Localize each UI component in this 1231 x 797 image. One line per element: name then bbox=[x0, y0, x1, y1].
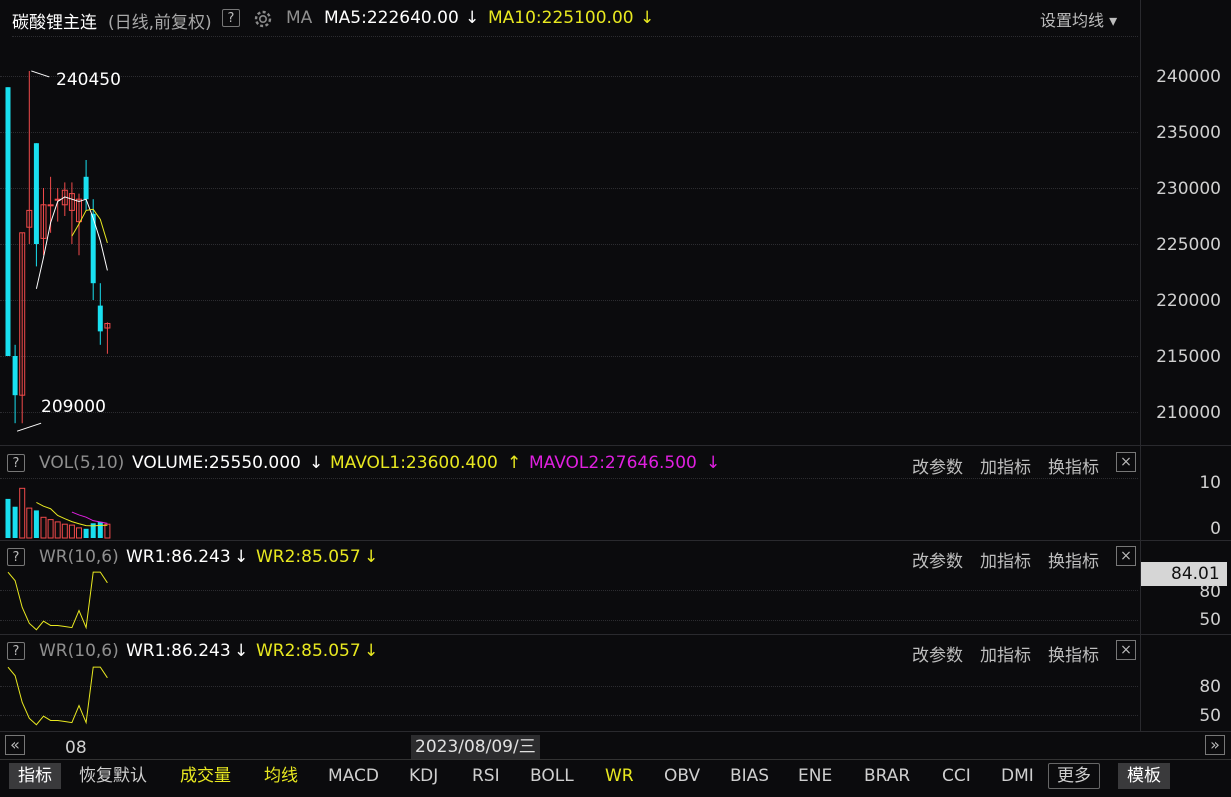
wr-axis-tick: 50 bbox=[1199, 706, 1221, 726]
volume-bar bbox=[104, 523, 111, 539]
volume-axis-tick: 10 bbox=[1199, 473, 1221, 493]
mavol1-trend-arrow: ↑ bbox=[507, 453, 522, 473]
toolbar-boll[interactable]: BOLL bbox=[530, 763, 574, 789]
toolbar-reset-default[interactable]: 恢复默认 bbox=[79, 763, 147, 789]
toolbar-brar[interactable]: BRAR bbox=[864, 763, 910, 789]
low-price-annotation: 209000 bbox=[41, 397, 106, 417]
volume-bar bbox=[12, 506, 18, 538]
volume-bar bbox=[97, 521, 103, 538]
price-axis-tick: 235000 bbox=[1156, 123, 1221, 143]
scroll-right-button[interactable]: » bbox=[1205, 735, 1225, 755]
modify-params-button[interactable]: 改参数 bbox=[912, 453, 963, 478]
wr-line-chart[interactable] bbox=[0, 564, 1138, 634]
high-pointer bbox=[31, 70, 50, 78]
volume-bar bbox=[40, 516, 47, 539]
toolbar-more-button[interactable]: 更多 bbox=[1048, 763, 1100, 789]
volume-axis-tick: 0 bbox=[1210, 519, 1221, 539]
volume-bar bbox=[47, 519, 54, 539]
volume-value: VOLUME:25550.000 bbox=[132, 453, 301, 473]
volume-bar bbox=[83, 528, 89, 538]
ma-settings-dropdown[interactable]: 设置均线 ▾ bbox=[1040, 7, 1117, 31]
toolbar-volume[interactable]: 成交量 bbox=[180, 763, 231, 789]
mavol2-value: MAVOL2:27646.500 bbox=[529, 453, 697, 473]
candlestick-chart[interactable] bbox=[0, 30, 1138, 450]
price-axis-tick: 210000 bbox=[1156, 403, 1221, 423]
mavol1-line bbox=[36, 502, 108, 527]
ma10-value: MA10:225100.00 bbox=[488, 8, 634, 28]
wr-current-value: 84.01 bbox=[1171, 564, 1220, 584]
ma-label: MA bbox=[286, 8, 313, 28]
vol-indicator-name[interactable]: VOL(5,10) bbox=[39, 453, 124, 473]
wr1-line bbox=[7, 666, 108, 726]
wr2-trend-arrow: ↓ bbox=[364, 641, 379, 661]
mavol2-line bbox=[71, 511, 108, 524]
add-indicator-button[interactable]: 加指标 bbox=[980, 453, 1031, 478]
volume-bar bbox=[76, 527, 82, 539]
volume-bar bbox=[5, 498, 11, 538]
volume-bar bbox=[26, 507, 33, 539]
price-axis-tick: 230000 bbox=[1156, 179, 1221, 199]
toolbar-ma[interactable]: 均线 bbox=[264, 763, 298, 789]
month-label: 08 bbox=[65, 738, 87, 758]
candle-body bbox=[47, 204, 54, 207]
gear-icon[interactable] bbox=[252, 8, 274, 30]
replace-indicator-button[interactable]: 换指标 bbox=[1048, 453, 1099, 478]
price-axis-tick: 240000 bbox=[1156, 67, 1221, 87]
wr2-help-button[interactable]: ? bbox=[7, 642, 25, 660]
ma10-trend-arrow: ↓ bbox=[640, 8, 655, 28]
cursor-date-text: 2023/08/09/三 bbox=[415, 737, 536, 757]
toolbar-cci[interactable]: CCI bbox=[942, 763, 971, 789]
mavol2-trend-arrow: ↓ bbox=[706, 453, 721, 473]
volume-bar bbox=[68, 524, 75, 539]
wr1-value: WR1:86.243 bbox=[126, 641, 231, 661]
toolbar-dmi[interactable]: DMI bbox=[1001, 763, 1034, 789]
price-axis-tick: 225000 bbox=[1156, 235, 1221, 255]
close-panel-button[interactable]: × bbox=[1116, 640, 1136, 660]
wr2-value: WR2:85.057 bbox=[256, 641, 361, 661]
toolbar-macd[interactable]: MACD bbox=[328, 763, 379, 789]
candle-body bbox=[83, 176, 89, 200]
scroll-left-button[interactable]: « bbox=[5, 735, 25, 755]
wr-line-chart[interactable] bbox=[0, 659, 1138, 729]
main-help-button[interactable]: ? bbox=[222, 9, 240, 27]
toolbar-rsi[interactable]: RSI bbox=[472, 763, 500, 789]
candle-body bbox=[5, 87, 11, 356]
volume-bars[interactable] bbox=[0, 478, 1138, 539]
candle-body bbox=[33, 143, 39, 244]
mavol1-value: MAVOL1:23600.400 bbox=[330, 453, 498, 473]
volume-bar bbox=[54, 521, 61, 539]
volume-trend-arrow: ↓ bbox=[309, 453, 324, 473]
close-panel-button[interactable]: × bbox=[1116, 546, 1136, 566]
volume-bar bbox=[61, 523, 68, 539]
toolbar-kdj[interactable]: KDJ bbox=[409, 763, 438, 789]
vol-help-button[interactable]: ? bbox=[7, 454, 25, 472]
toolbar-wr[interactable]: WR bbox=[605, 763, 634, 789]
candle-body bbox=[97, 305, 103, 332]
candle-body bbox=[12, 356, 18, 396]
wr-axis-tick: 80 bbox=[1199, 582, 1221, 602]
wr-axis-tick: 50 bbox=[1199, 610, 1221, 630]
price-axis-tick: 220000 bbox=[1156, 291, 1221, 311]
wr1-line bbox=[7, 571, 108, 631]
high-price-annotation: 240450 bbox=[56, 70, 121, 90]
close-panel-button[interactable]: × bbox=[1116, 452, 1136, 472]
ma5-trend-arrow: ↓ bbox=[465, 8, 480, 28]
toolbar-indicator-tab[interactable]: 指标 bbox=[9, 763, 61, 789]
toolbar-obv[interactable]: OBV bbox=[664, 763, 700, 789]
wr-axis-tick: 80 bbox=[1199, 677, 1221, 697]
toolbar-bias[interactable]: BIAS bbox=[730, 763, 769, 789]
low-pointer bbox=[16, 422, 42, 432]
cursor-date-label: 2023/08/09/三 bbox=[411, 735, 540, 759]
price-axis-tick: 215000 bbox=[1156, 347, 1221, 367]
wr1-trend-arrow: ↓ bbox=[234, 641, 249, 661]
toolbar-template-button[interactable]: 模板 bbox=[1118, 763, 1170, 789]
volume-bar bbox=[19, 487, 26, 539]
ma10-line bbox=[71, 208, 108, 244]
volume-bar bbox=[33, 510, 39, 538]
ma5-value: MA5:222640.00 bbox=[324, 8, 459, 28]
toolbar-ene[interactable]: ENE bbox=[798, 763, 832, 789]
wr-indicator-name[interactable]: WR(10,6) bbox=[39, 641, 119, 661]
